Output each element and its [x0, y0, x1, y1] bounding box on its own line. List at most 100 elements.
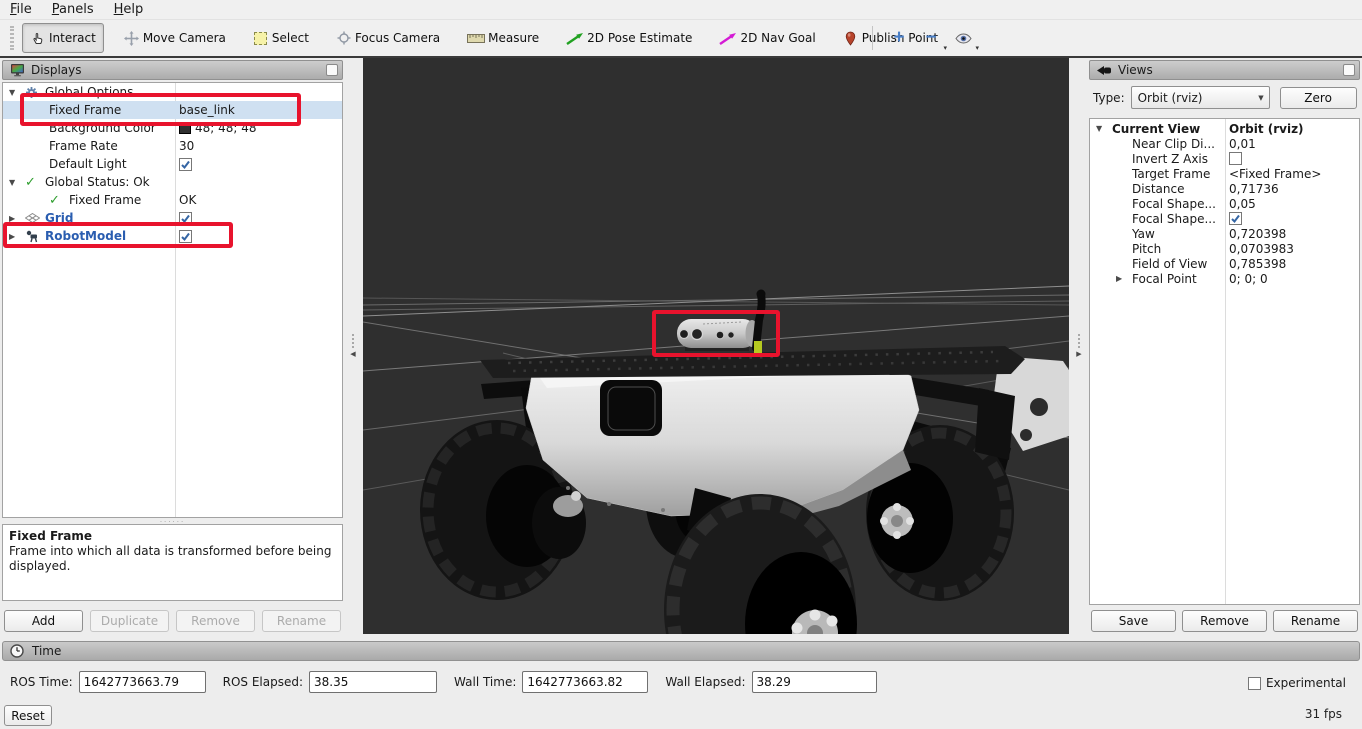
- 3d-viewport[interactable]: [363, 58, 1069, 634]
- map-pin-icon: [843, 31, 859, 46]
- gear-icon: [25, 86, 45, 99]
- tree-row-pitch[interactable]: Pitch 0,0703983: [1090, 241, 1359, 256]
- 3d-scene: [363, 58, 1069, 634]
- tree-row-grid[interactable]: ▶Grid: [3, 209, 342, 227]
- save-button[interactable]: Save: [1091, 610, 1176, 632]
- tree-row-invert-z-axis[interactable]: Invert Z Axis: [1090, 151, 1359, 166]
- visibility-tool-button[interactable]: ▾: [947, 23, 979, 53]
- time-panel-header[interactable]: Time: [2, 641, 1360, 661]
- row-value[interactable]: [179, 212, 192, 225]
- checkbox-icon[interactable]: [179, 212, 192, 225]
- tree-row-target-frame[interactable]: Target Frame<Fixed Frame>: [1090, 166, 1359, 181]
- remove-tool-button[interactable]: −▾: [915, 23, 947, 53]
- tree-row-global-status-ok[interactable]: ▼✓Global Status: Ok: [3, 173, 342, 191]
- views-panel-header[interactable]: Views: [1089, 60, 1360, 80]
- tool-2d-pose-estimate[interactable]: 2D Pose Estimate: [559, 23, 699, 53]
- expander-icon[interactable]: ▼: [9, 178, 25, 187]
- checkbox-icon[interactable]: [179, 230, 192, 243]
- move-arrows-icon: [124, 31, 140, 46]
- row-value[interactable]: [1229, 212, 1242, 225]
- tool-2d-nav-goal[interactable]: 2D Nav Goal: [712, 23, 822, 53]
- tree-row-focal-shape[interactable]: Focal Shape...: [1090, 211, 1359, 226]
- displays-panel-header[interactable]: Displays: [2, 60, 343, 80]
- type-label: Type:: [1093, 91, 1125, 105]
- duplicate-button: Duplicate: [90, 610, 169, 632]
- menu-panels[interactable]: Panels: [42, 1, 104, 18]
- experimental-checkbox[interactable]: Experimental: [1248, 676, 1346, 690]
- expander-icon[interactable]: ▶: [9, 232, 25, 241]
- expander-icon[interactable]: ▶: [9, 214, 25, 223]
- row-value[interactable]: base_link: [179, 103, 235, 117]
- zero-button[interactable]: Zero: [1280, 87, 1357, 109]
- tree-row-robotmodel[interactable]: ▶RobotModel: [3, 227, 342, 245]
- add-button[interactable]: Add: [4, 610, 83, 632]
- magenta-arrow-icon: [719, 32, 737, 45]
- tree-row-distance[interactable]: Distance 0,71736: [1090, 181, 1359, 196]
- menu-help[interactable]: Help: [104, 1, 154, 18]
- left-panel-collapse-handle[interactable]: ◀: [347, 320, 359, 372]
- value-text: 0,0703983: [1229, 242, 1294, 256]
- tool-focus-camera[interactable]: Focus Camera: [329, 23, 447, 53]
- expander-icon[interactable]: ▼: [1096, 124, 1112, 133]
- tree-row-fixed-frame[interactable]: ✓Fixed FrameOK: [3, 191, 342, 209]
- row-label: Current View: [1112, 122, 1200, 136]
- tree-row-frame-rate[interactable]: Frame Rate 30: [3, 137, 342, 155]
- tree-row-current-view[interactable]: ▼Current ViewOrbit (rviz): [1090, 121, 1359, 136]
- row-label: Frame Rate: [49, 139, 118, 153]
- grid-icon: [25, 213, 45, 223]
- right-panel-collapse-handle[interactable]: ▶: [1073, 320, 1085, 372]
- row-label: Fixed Frame: [49, 103, 121, 117]
- status-ok-icon: ✓: [25, 175, 45, 190]
- row-label: Distance: [1132, 182, 1184, 196]
- plus-icon: +: [893, 30, 904, 46]
- row-value: 48; 48; 48: [179, 121, 257, 135]
- tree-row-field-of-view[interactable]: Field of View0,785398: [1090, 256, 1359, 271]
- tool-buttons: Interact Move Camera Select Focus Camera Mea…: [22, 23, 958, 53]
- tree-row-fixed-frame[interactable]: Fixed Frame base_link: [3, 101, 342, 119]
- green-arrow-icon: [566, 32, 584, 45]
- wall-time-input[interactable]: [522, 671, 648, 693]
- menu-file[interactable]: File: [0, 1, 42, 18]
- checkbox-icon[interactable]: [179, 158, 192, 171]
- row-value[interactable]: [1229, 152, 1242, 165]
- view-type-select[interactable]: Orbit (rviz) ▼: [1131, 86, 1270, 109]
- row-value[interactable]: [179, 230, 192, 243]
- remove-button[interactable]: Remove: [1182, 610, 1267, 632]
- description-body: Frame into which all data is transformed…: [9, 544, 332, 573]
- views-float-button[interactable]: [1343, 64, 1355, 76]
- checkbox-icon[interactable]: [1229, 152, 1242, 165]
- toolbar-drag-handle[interactable]: [10, 26, 14, 50]
- row-value[interactable]: [179, 158, 192, 171]
- tool-select[interactable]: Select: [246, 23, 316, 53]
- expander-icon[interactable]: ▼: [9, 88, 25, 97]
- value-text: 0,720398: [1229, 227, 1286, 241]
- ros-time-input[interactable]: [79, 671, 206, 693]
- tree-row-default-light[interactable]: Default Light: [3, 155, 342, 173]
- tree-row-background-color[interactable]: Background Color48; 48; 48: [3, 119, 342, 137]
- menu-bar: FilePanelsHelp: [0, 0, 1362, 20]
- tool-measure[interactable]: Measure: [460, 23, 546, 53]
- value-text: 48; 48; 48: [195, 121, 257, 135]
- tree-row-global-options[interactable]: ▼Global Options: [3, 83, 342, 101]
- reset-button[interactable]: Reset: [4, 705, 52, 726]
- tree-row-focal-point[interactable]: ▶Focal Point0; 0; 0: [1090, 271, 1359, 286]
- ros-elapsed-input[interactable]: [309, 671, 437, 693]
- row-value: 30: [179, 139, 194, 153]
- tree-row-yaw[interactable]: Yaw0,720398: [1090, 226, 1359, 241]
- add-tool-button[interactable]: +: [883, 23, 915, 53]
- value-text: 0,01: [1229, 137, 1256, 151]
- row-label: Pitch: [1132, 242, 1161, 256]
- tool-interact[interactable]: Interact: [22, 23, 104, 53]
- views-panel: Views Type: Orbit (rviz) ▼ Zero ▼Current…: [1089, 60, 1360, 634]
- displays-float-button[interactable]: [326, 64, 338, 76]
- rename-button[interactable]: Rename: [1273, 610, 1358, 632]
- tree-row-focal-shape[interactable]: Focal Shape...0,05: [1090, 196, 1359, 211]
- tool-move-camera[interactable]: Move Camera: [117, 23, 233, 53]
- expander-icon[interactable]: ▶: [1116, 274, 1132, 283]
- tree-row-near-clip-di[interactable]: Near Clip Di...0,01: [1090, 136, 1359, 151]
- description-title: Fixed Frame: [9, 529, 336, 544]
- value-text: 0,71736: [1229, 182, 1279, 196]
- wall-elapsed-input[interactable]: [752, 671, 877, 693]
- checkbox-icon[interactable]: [1229, 212, 1242, 225]
- views-panel-title: Views: [1118, 63, 1337, 77]
